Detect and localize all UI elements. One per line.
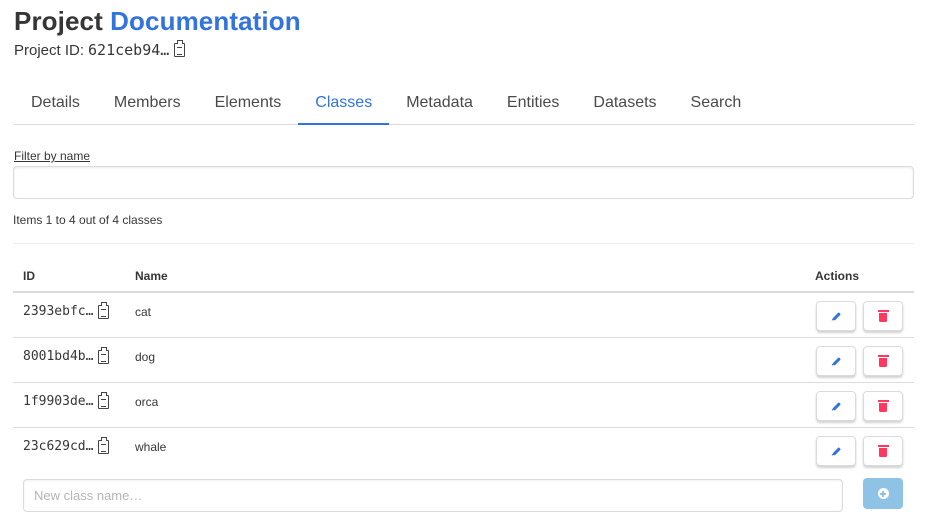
class-id-cell: 23c629cd…	[23, 436, 110, 454]
table-row: 8001bd4b… dog	[13, 338, 914, 383]
class-name: orca	[135, 395, 159, 409]
clipboard-icon[interactable]	[98, 346, 110, 364]
class-id-cell: 2393ebfc…	[23, 301, 110, 319]
trash-icon	[877, 309, 889, 322]
class-id: 1f9903de…	[23, 394, 94, 409]
trash-icon	[877, 399, 889, 412]
pencil-icon	[831, 356, 841, 366]
plus-circle-icon	[877, 488, 889, 499]
tab-bar: Details Members Elements Classes Metadat…	[14, 86, 914, 125]
project-id-line: Project ID: 621ceb94…	[14, 40, 186, 59]
clipboard-icon[interactable]	[98, 436, 110, 454]
class-id: 23c629cd…	[23, 439, 94, 454]
class-id: 2393ebfc…	[23, 304, 94, 319]
class-id-cell: 1f9903de…	[23, 391, 110, 409]
delete-button[interactable]	[863, 346, 903, 376]
items-count: Items 1 to 4 out of 4 classes	[13, 213, 163, 227]
page-title-project: Project	[14, 6, 103, 36]
tab-datasets[interactable]: Datasets	[576, 86, 673, 125]
delete-button[interactable]	[863, 436, 903, 466]
edit-button[interactable]	[816, 346, 856, 376]
trash-icon	[877, 354, 889, 367]
divider	[13, 243, 914, 244]
delete-button[interactable]	[863, 301, 903, 331]
trash-icon	[877, 444, 889, 457]
tab-details[interactable]: Details	[14, 86, 97, 125]
class-name: dog	[135, 350, 156, 364]
tab-members[interactable]: Members	[97, 86, 198, 125]
class-name: whale	[135, 440, 167, 454]
tab-elements[interactable]: Elements	[198, 86, 299, 125]
delete-button[interactable]	[863, 391, 903, 421]
class-id: 8001bd4b…	[23, 349, 94, 364]
project-id-label: Project ID:	[14, 41, 85, 59]
pencil-icon	[831, 311, 841, 321]
clipboard-icon[interactable]	[98, 391, 110, 409]
pencil-icon	[831, 401, 841, 411]
tab-entities[interactable]: Entities	[490, 86, 576, 125]
column-header-id: ID	[23, 269, 35, 283]
classes-table: ID Name Actions 2393ebfc… cat 8001bd4b… …	[13, 259, 914, 473]
filter-label: Filter by name	[14, 149, 91, 163]
column-header-actions: Actions	[815, 269, 860, 283]
add-class-button[interactable]	[863, 478, 903, 509]
class-id-cell: 8001bd4b…	[23, 346, 110, 364]
tab-classes[interactable]: Classes	[298, 86, 390, 125]
filter-input[interactable]	[13, 166, 914, 199]
edit-button[interactable]	[816, 391, 856, 421]
table-row: 23c629cd… whale	[13, 428, 914, 473]
table-header: ID Name Actions	[13, 259, 914, 293]
edit-button[interactable]	[816, 436, 856, 466]
column-header-name: Name	[135, 269, 168, 283]
new-class-name-input[interactable]	[23, 479, 843, 512]
page-title-name: Documentation	[110, 6, 301, 36]
pencil-icon	[831, 446, 841, 456]
page-title: Project Documentation	[14, 6, 301, 37]
class-name: cat	[135, 305, 152, 319]
clipboard-icon[interactable]	[98, 301, 110, 319]
table-row: 2393ebfc… cat	[13, 293, 914, 338]
tab-metadata[interactable]: Metadata	[389, 86, 490, 125]
tab-search[interactable]: Search	[674, 86, 759, 125]
project-id-value: 621ceb94…	[88, 41, 170, 59]
table-row: 1f9903de… orca	[13, 383, 914, 428]
clipboard-icon[interactable]	[174, 40, 186, 57]
edit-button[interactable]	[816, 301, 856, 331]
